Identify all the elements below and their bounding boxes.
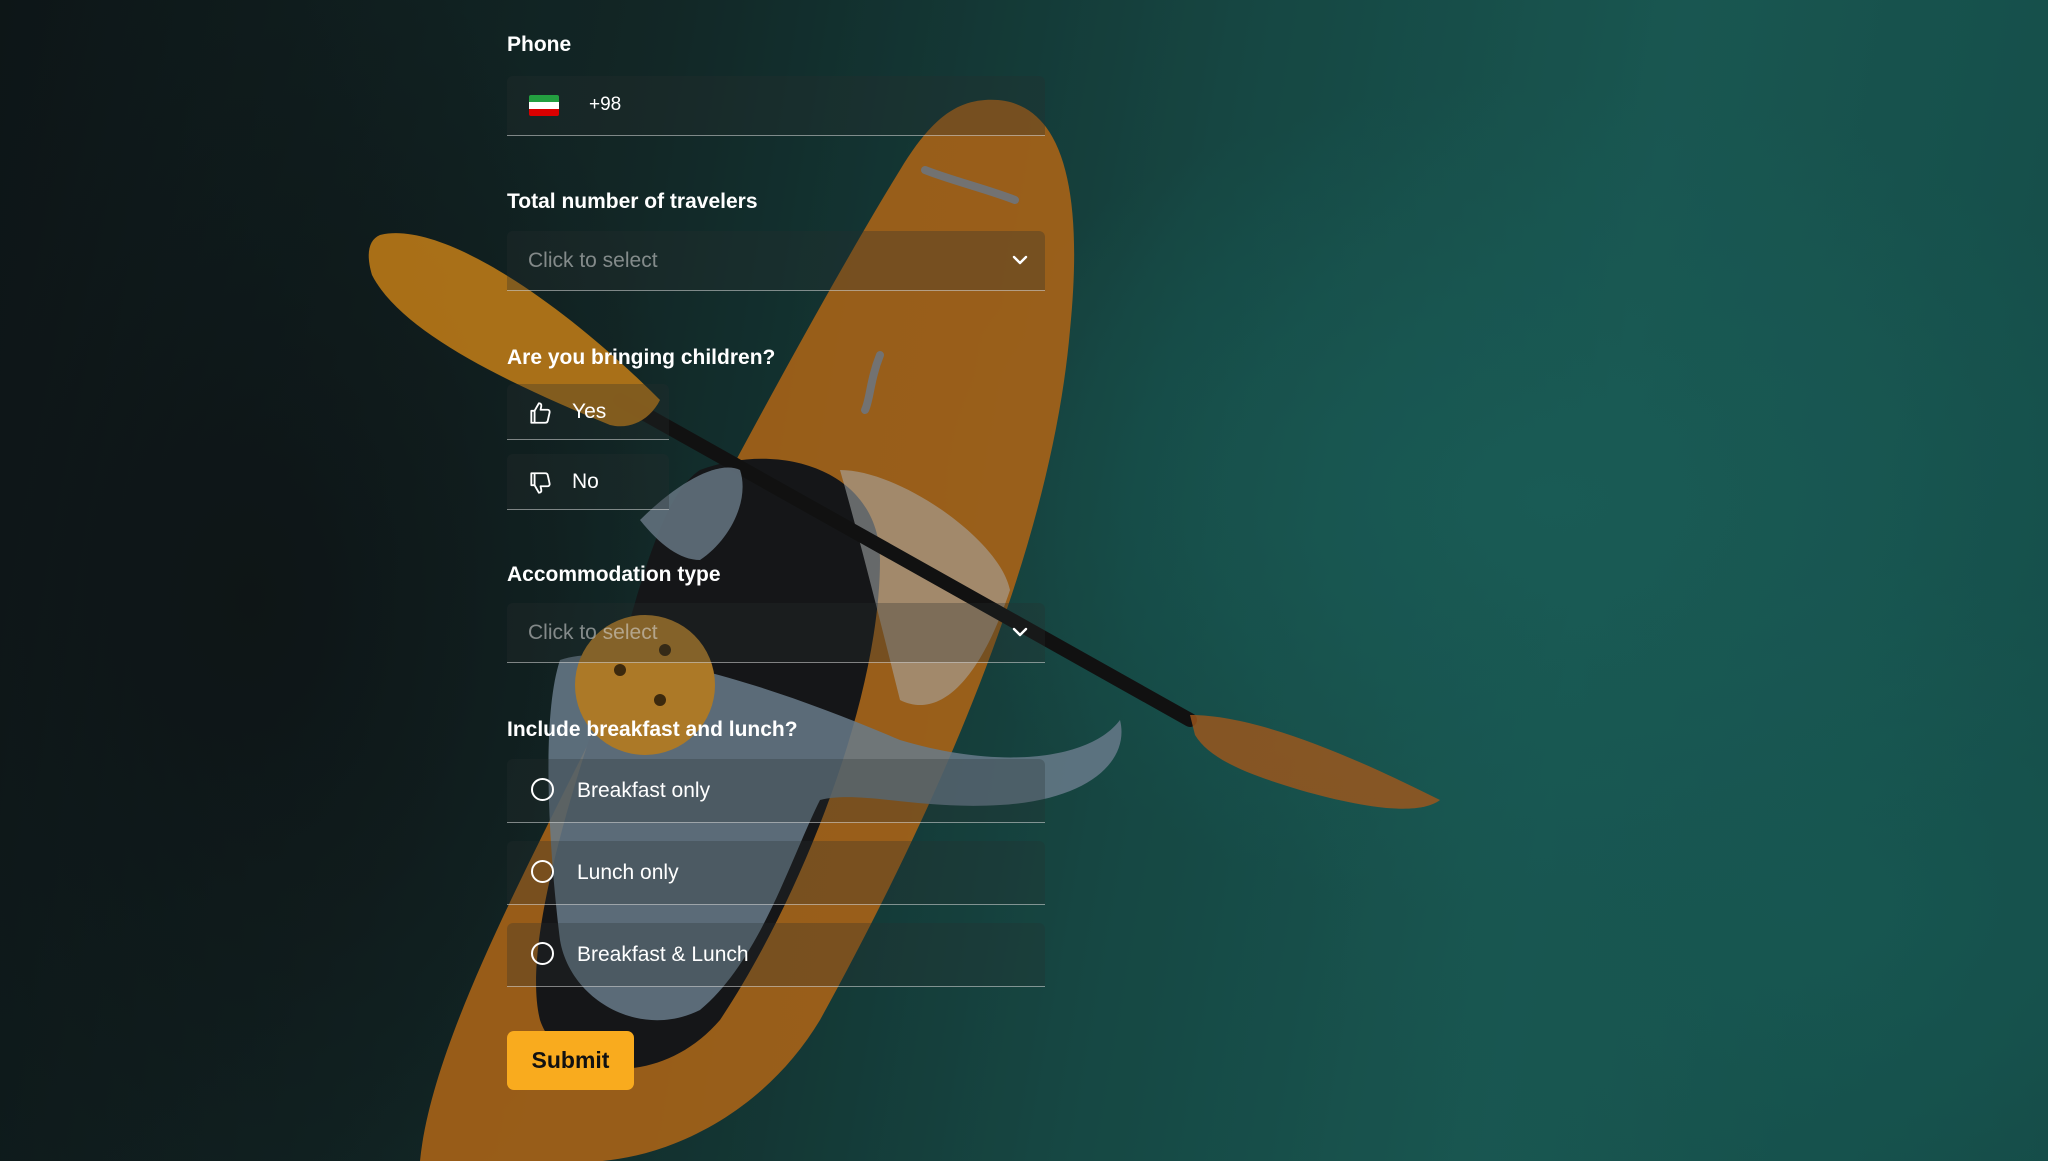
flag-stripe-green bbox=[529, 95, 559, 102]
flag-stripe-white bbox=[529, 102, 559, 109]
travelers-label: Total number of travelers bbox=[507, 190, 758, 213]
meals-option-label: Breakfast only bbox=[577, 779, 711, 802]
meals-option-label: Lunch only bbox=[577, 861, 679, 884]
children-label: Are you bringing children? bbox=[507, 346, 776, 369]
radio-button[interactable] bbox=[531, 778, 554, 801]
children-option-no[interactable]: No bbox=[507, 454, 669, 510]
chevron-down-icon bbox=[1012, 627, 1028, 637]
travelers-select[interactable]: Click to select bbox=[507, 231, 1045, 291]
accommodation-select[interactable]: Click to select bbox=[507, 603, 1045, 663]
radio-button[interactable] bbox=[531, 860, 554, 883]
submit-button[interactable]: Submit bbox=[507, 1031, 634, 1090]
phone-input[interactable]: +98 bbox=[507, 76, 1045, 136]
phone-country-code: +98 bbox=[589, 94, 622, 115]
accommodation-label: Accommodation type bbox=[507, 563, 721, 586]
chevron-down-icon bbox=[1012, 255, 1028, 265]
accommodation-placeholder: Click to select bbox=[528, 621, 658, 644]
children-option-yes[interactable]: Yes bbox=[507, 384, 669, 440]
meals-option-breakfast[interactable]: Breakfast only bbox=[507, 759, 1045, 823]
children-option-label: No bbox=[572, 470, 599, 493]
travelers-placeholder: Click to select bbox=[528, 249, 658, 272]
thumbs-up-icon bbox=[530, 402, 551, 424]
children-option-label: Yes bbox=[572, 400, 607, 423]
meals-label: Include breakfast and lunch? bbox=[507, 718, 798, 741]
flag-stripe-red bbox=[529, 109, 559, 116]
meals-option-label: Breakfast & Lunch bbox=[577, 943, 749, 966]
meals-option-lunch[interactable]: Lunch only bbox=[507, 841, 1045, 905]
radio-button[interactable] bbox=[531, 942, 554, 965]
thumbs-down-icon bbox=[530, 472, 551, 494]
meals-option-both[interactable]: Breakfast & Lunch bbox=[507, 923, 1045, 987]
iran-flag-icon[interactable] bbox=[529, 95, 559, 116]
phone-label: Phone bbox=[507, 33, 572, 56]
